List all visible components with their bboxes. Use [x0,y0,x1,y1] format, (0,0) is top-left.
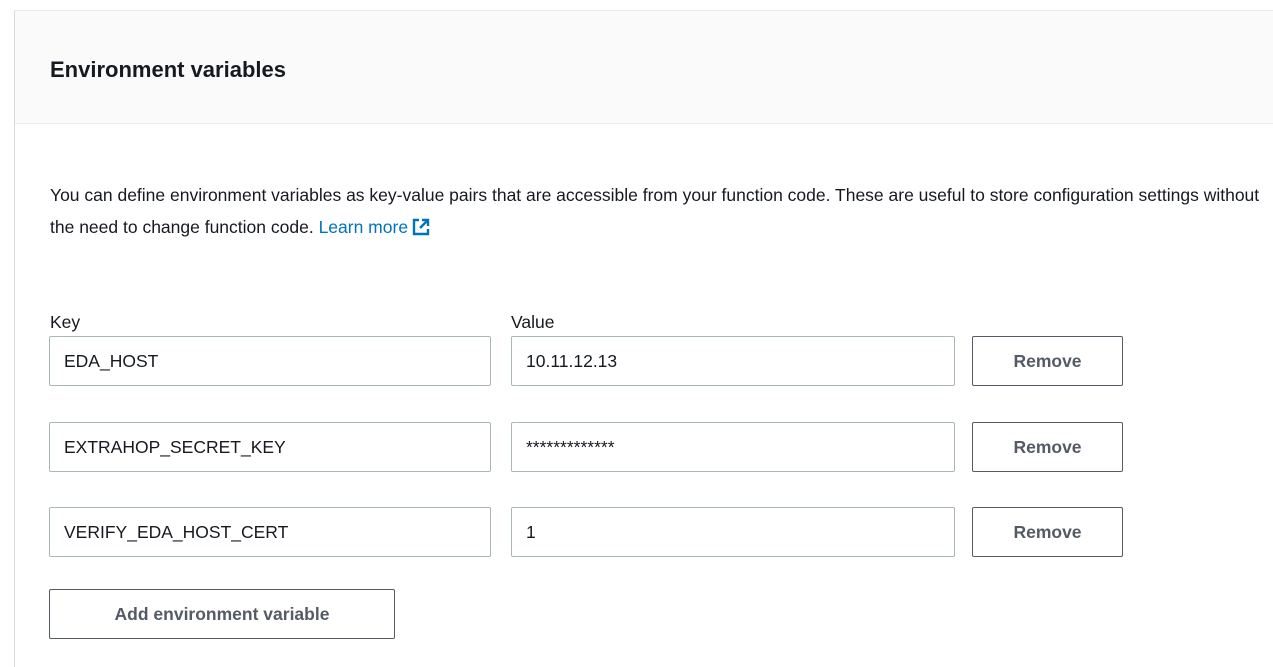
section-description: You can define environment variables as … [50,179,1270,246]
add-environment-variable-button[interactable]: Add environment variable [49,589,395,639]
external-link-icon [412,214,430,246]
remove-button-3[interactable]: Remove [972,507,1123,557]
environment-variables-panel: Environment variables You can define env… [14,10,1273,667]
key-input-1[interactable] [49,336,491,386]
description-text: You can define environment variables as … [50,185,1260,237]
key-column-label: Key [50,312,81,332]
remove-button-1[interactable]: Remove [972,336,1123,386]
value-input-2[interactable] [511,422,955,472]
panel-header: Environment variables [15,11,1273,124]
value-input-3[interactable] [511,507,955,557]
panel-title: Environment variables [50,57,286,82]
key-input-3[interactable] [49,507,491,557]
key-input-2[interactable] [49,422,491,472]
learn-more-link[interactable]: Learn more [319,217,431,237]
learn-more-label: Learn more [318,217,409,237]
remove-button-2[interactable]: Remove [972,422,1123,472]
value-column-label: Value [511,312,555,332]
value-input-1[interactable] [511,336,955,386]
